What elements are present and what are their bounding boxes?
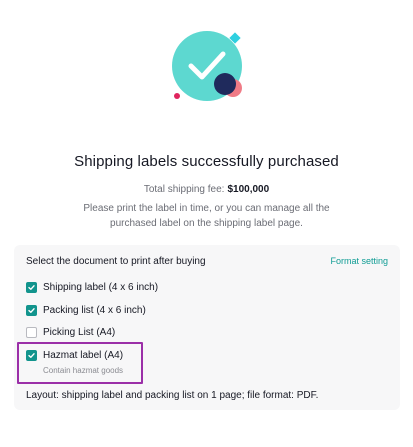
checkbox-unchecked-icon[interactable] [26, 326, 37, 338]
success-check-icon [172, 31, 242, 101]
page-title: Shipping labels successfully purchased [74, 153, 339, 170]
option-picking-list[interactable]: Picking List (A4) [26, 325, 115, 339]
layout-note: Layout: shipping label and packing list … [26, 390, 319, 401]
checkbox-checked-icon[interactable] [26, 349, 37, 361]
option-shipping-label[interactable]: Shipping label (4 x 6 inch) [26, 280, 158, 294]
print-options-panel: Select the document to print after buyin… [14, 245, 400, 410]
shipping-fee: Total shipping fee: $100,000 [0, 184, 413, 195]
print-instructions: Please print the label in time, or you c… [83, 203, 330, 229]
shipping-fee-label: Total shipping fee: [143, 184, 225, 195]
checkbox-checked-icon[interactable] [26, 281, 37, 293]
option-hazmat-label[interactable]: Hazmat label (A4) [26, 348, 123, 362]
success-illustration [160, 26, 250, 106]
option-label: Picking List (A4) [43, 326, 116, 338]
shipping-fee-amount: $100,000 [227, 184, 270, 195]
option-label: Packing list (4 x 6 inch) [43, 304, 146, 316]
print-panel-title: Select the document to print after buyin… [26, 256, 206, 267]
checkbox-checked-icon[interactable] [26, 304, 37, 316]
format-setting-link[interactable]: Format setting [330, 256, 388, 266]
option-label: Hazmat label (A4) [43, 349, 124, 361]
option-packing-list[interactable]: Packing list (4 x 6 inch) [26, 303, 146, 317]
option-label: Shipping label (4 x 6 inch) [43, 281, 159, 293]
hazmat-sublabel: Contain hazmat goods [43, 366, 124, 375]
